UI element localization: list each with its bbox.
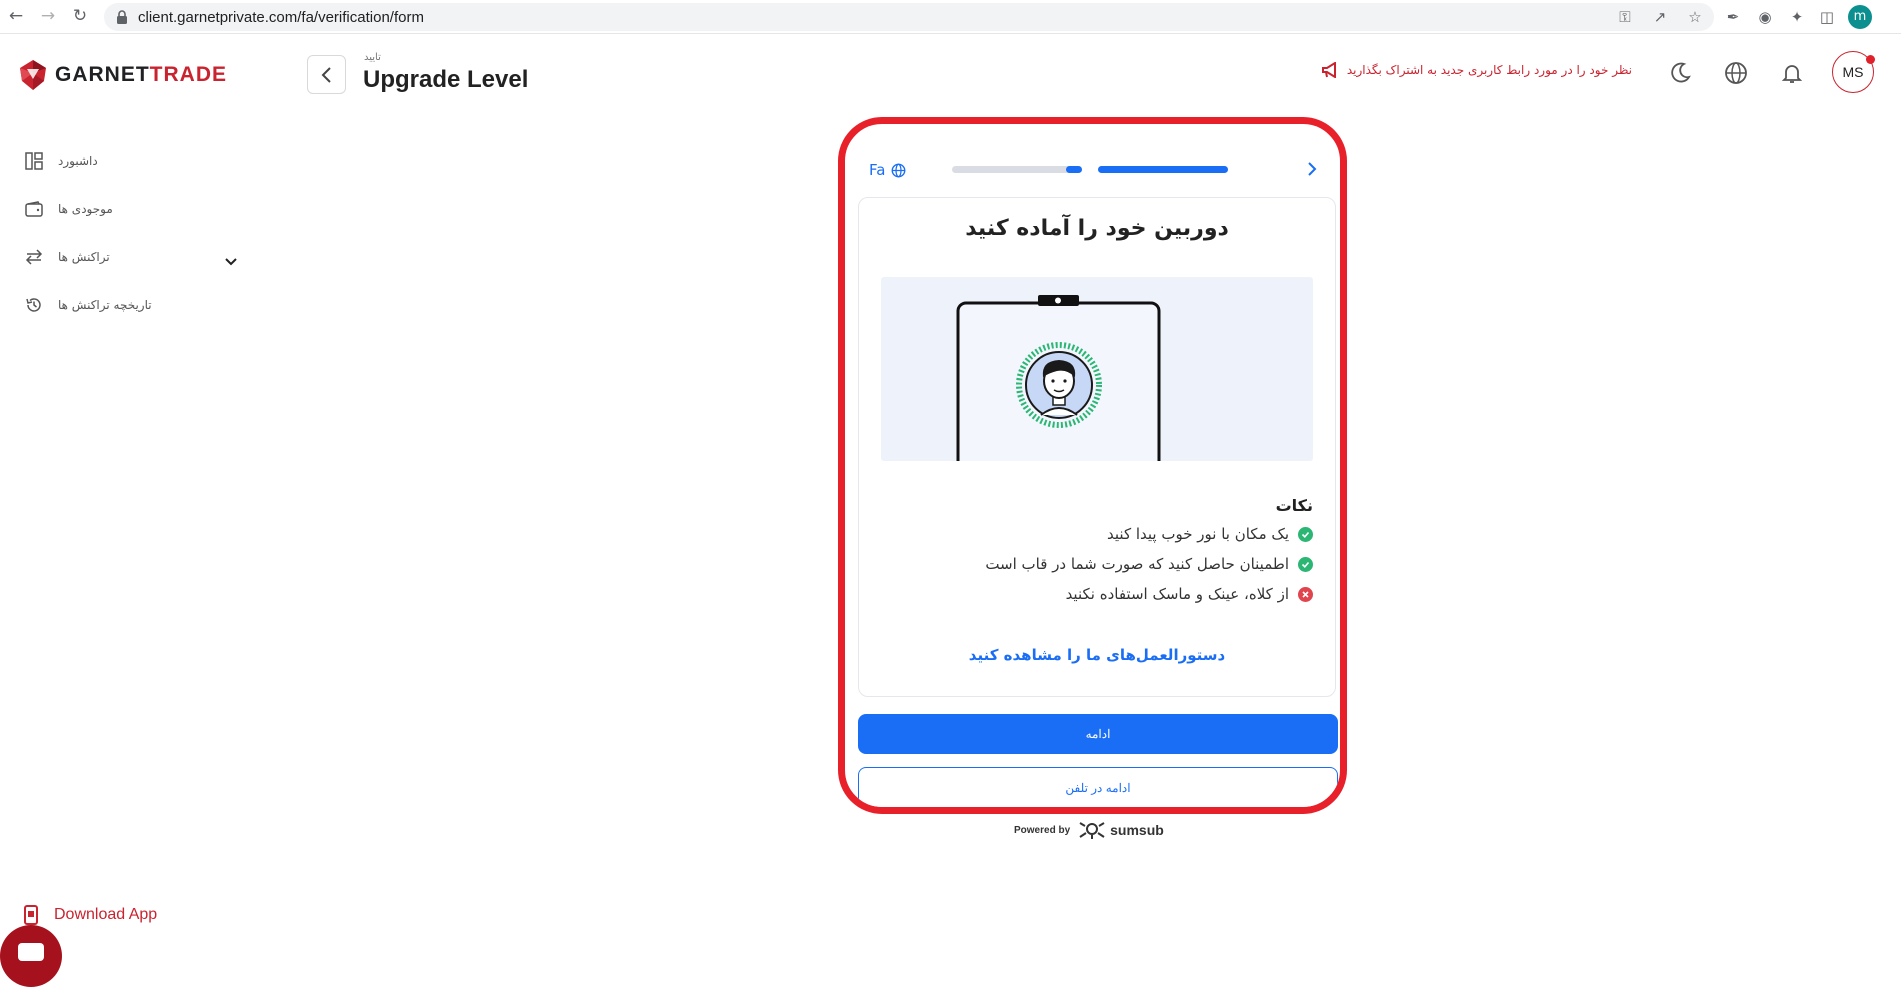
- check-circle-icon: [1298, 526, 1313, 542]
- back-button[interactable]: [307, 55, 346, 94]
- continue-on-phone-button[interactable]: ادامه در تلفن: [858, 767, 1338, 807]
- phone-icon: [24, 905, 38, 925]
- language-label: Fa: [869, 161, 886, 179]
- progress-step-2-fill: [1098, 166, 1228, 173]
- puzzle-extensions-icon[interactable]: ✦: [1788, 8, 1806, 26]
- card-title: دوربین خود را آماده کنید: [965, 216, 1229, 241]
- continue-button[interactable]: ادامه: [858, 714, 1338, 754]
- brand-name-part1: GARNET: [55, 63, 150, 86]
- back-arrow-icon[interactable]: ←: [6, 6, 26, 26]
- breadcrumb: تایید: [364, 52, 381, 63]
- brand-name-part2: TRADE: [149, 63, 228, 86]
- key-icon[interactable]: ⚿: [1616, 8, 1634, 26]
- announcement-text: نظر خود را در مورد رابط کاربری جدید به ا…: [1346, 63, 1632, 77]
- progress-step-2: [1098, 166, 1228, 173]
- globe-extension-icon[interactable]: ◉: [1756, 8, 1774, 26]
- browser-profile-avatar[interactable]: m: [1848, 5, 1872, 29]
- x-circle-icon: [1298, 586, 1313, 602]
- language-selector[interactable]: Fa: [869, 161, 906, 179]
- page-title: Upgrade Level: [363, 66, 529, 93]
- tip-text: از کلاه، عینک و ماسک استفاده نکنید: [1065, 585, 1289, 603]
- sidebar-item-label: داشبورد: [58, 154, 98, 168]
- progress-step-1-fill: [1066, 166, 1082, 173]
- side-panel-icon[interactable]: ◫: [1818, 8, 1836, 26]
- sidebar-item-wallet[interactable]: موجودی ها: [24, 196, 244, 222]
- garnet-gem-icon: [20, 60, 46, 90]
- verification-frame: Fa دوربین خود را آماده کنید نکات یک مکان…: [838, 117, 1347, 814]
- browser-toolbar: ← → ↻ client.garnetprivate.com/fa/verifi…: [0, 0, 1901, 34]
- powered-by-sumsub: Powered by sumsub: [1014, 820, 1164, 840]
- selfie-camera-icon: [956, 295, 1161, 461]
- notification-bell-icon[interactable]: [1778, 59, 1806, 87]
- bookmark-star-icon[interactable]: ☆: [1686, 8, 1704, 26]
- share-icon[interactable]: ↗: [1651, 8, 1669, 26]
- sidebar-item-dashboard[interactable]: داشبورد: [24, 148, 244, 174]
- tip-item: از کلاه، عینک و ماسک استفاده نکنید: [1066, 583, 1313, 605]
- transfer-icon: [24, 247, 44, 267]
- status-badge: [1866, 55, 1875, 64]
- sidebar-item-label: موجودی ها: [58, 202, 113, 216]
- check-circle-icon: [1298, 556, 1313, 572]
- sidebar-item-label: تراکنش ها: [58, 250, 110, 264]
- guidelines-link[interactable]: دستورالعمل‌های ما را مشاهده کنید: [859, 646, 1335, 664]
- history-icon: [24, 295, 44, 315]
- address-bar[interactable]: client.garnetprivate.com/fa/verification…: [104, 3, 1714, 31]
- tip-item: اطمینان حاصل کنید که صورت شما در قاب است: [985, 553, 1313, 575]
- extension-pen-icon[interactable]: ✒: [1724, 8, 1742, 26]
- instructions-card: دوربین خود را آماده کنید نکات یک مکان با…: [858, 197, 1336, 697]
- reload-icon[interactable]: ↻: [70, 6, 90, 26]
- dark-mode-moon-icon[interactable]: [1666, 59, 1694, 87]
- download-app-label: Download App: [54, 906, 158, 923]
- tips-heading: نکات: [1275, 496, 1313, 515]
- tip-text: اطمینان حاصل کنید که صورت شما در قاب است: [985, 555, 1289, 573]
- chevron-right-icon[interactable]: [1303, 160, 1321, 178]
- download-app-link[interactable]: Download App: [24, 905, 157, 925]
- wallet-icon: [24, 199, 44, 219]
- globe-icon: [892, 163, 906, 177]
- tip-text: یک مکان با نور خوب پیدا کنید: [1107, 525, 1289, 543]
- tip-item: یک مکان با نور خوب پیدا کنید: [1107, 523, 1313, 545]
- language-globe-icon[interactable]: [1722, 59, 1750, 87]
- sidebar-item-history[interactable]: تاریخچه تراکنش ها: [24, 292, 244, 318]
- sumsub-label: sumsub: [1110, 822, 1164, 838]
- dashboard-icon: [24, 151, 44, 171]
- lock-icon: [117, 10, 127, 24]
- brand-name: GARNETTRADE: [55, 63, 227, 87]
- sidebar-item-label: تاریخچه تراکنش ها: [58, 298, 152, 312]
- chevron-left-icon: [321, 66, 331, 83]
- forward-arrow-icon[interactable]: →: [38, 6, 58, 26]
- progress-step-1: [952, 166, 1082, 173]
- garnettrade-logo[interactable]: GARNETTRADE: [18, 58, 227, 92]
- feedback-announcement[interactable]: نظر خود را در مورد رابط کاربری جدید به ا…: [1312, 62, 1632, 78]
- megaphone-icon: [1321, 62, 1336, 78]
- chevron-down-icon[interactable]: [224, 255, 238, 269]
- support-chat-button[interactable]: [0, 925, 62, 987]
- url-text: client.garnetprivate.com/fa/verification…: [138, 9, 424, 26]
- sidebar-item-transactions[interactable]: تراکنش ها: [24, 244, 244, 270]
- camera-illustration: [881, 277, 1313, 461]
- powered-by-label: Powered by: [1014, 824, 1071, 836]
- sumsub-logo-icon: [1079, 822, 1105, 839]
- chat-icon: [18, 943, 44, 961]
